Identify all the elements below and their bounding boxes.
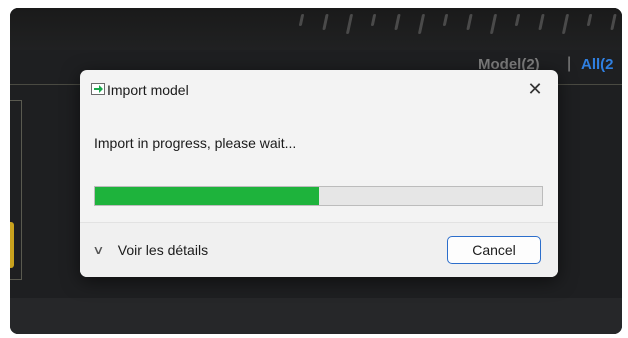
decorative-tick bbox=[394, 14, 401, 30]
details-toggle[interactable]: ∨ Voir les détails bbox=[92, 237, 209, 263]
decorative-tick bbox=[345, 14, 354, 34]
details-label: Voir les détails bbox=[117, 242, 209, 258]
progress-message: Import in progress, please wait... bbox=[94, 135, 297, 151]
progress-bar bbox=[94, 186, 543, 206]
background-footer bbox=[10, 298, 622, 334]
decorative-tick bbox=[561, 14, 570, 34]
close-icon: ✕ bbox=[527, 79, 543, 99]
decorative-tick bbox=[322, 14, 329, 30]
close-button[interactable]: ✕ bbox=[520, 76, 550, 102]
decorative-tick bbox=[610, 14, 617, 30]
decorative-tick bbox=[466, 14, 473, 30]
tab-separator: | bbox=[567, 55, 572, 72]
tab-all[interactable]: All(2 bbox=[581, 56, 614, 73]
cancel-button[interactable]: Cancel bbox=[447, 236, 541, 264]
progress-bar-fill bbox=[95, 187, 319, 205]
decorative-tick bbox=[538, 14, 545, 30]
import-dialog: Import model ✕ Import in progress, pleas… bbox=[80, 70, 558, 277]
decorative-tick bbox=[298, 14, 305, 26]
background-header bbox=[10, 8, 622, 50]
decorative-tick bbox=[489, 14, 498, 34]
decorative-tick bbox=[514, 14, 521, 26]
dialog-footer: ∨ Voir les détails Cancel bbox=[80, 222, 558, 277]
decorative-ticks bbox=[280, 8, 620, 38]
decorative-tick bbox=[442, 14, 449, 26]
background-left-accent bbox=[10, 222, 14, 268]
dialog-titlebar: Import model ✕ bbox=[80, 70, 558, 110]
decorative-tick bbox=[370, 14, 377, 26]
decorative-tick bbox=[586, 14, 593, 26]
decorative-tick bbox=[417, 14, 426, 34]
dialog-title: Import model bbox=[107, 82, 189, 98]
import-arrow-icon bbox=[91, 83, 105, 95]
chevron-down-icon: ∨ bbox=[92, 243, 105, 257]
